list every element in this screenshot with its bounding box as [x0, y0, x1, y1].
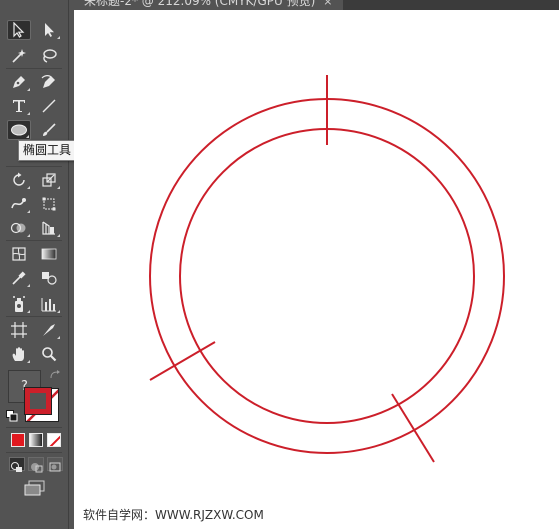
zoom-tool[interactable] — [37, 344, 61, 364]
column-graph-tool[interactable] — [37, 294, 61, 314]
draw-behind-icon — [31, 463, 43, 473]
mesh-tool[interactable] — [7, 244, 31, 264]
scale-tool[interactable] — [37, 170, 61, 190]
draw-inside-icon — [49, 462, 61, 472]
scale-icon — [42, 173, 56, 187]
hollow-arrow-icon — [45, 23, 54, 37]
gradient-mode-button[interactable] — [29, 433, 43, 447]
slice-tool[interactable] — [37, 320, 61, 340]
flyout-indicator — [27, 112, 30, 115]
perspective-grid-tool[interactable] — [37, 218, 61, 238]
warp-icon — [11, 198, 26, 209]
left-cut-line[interactable] — [149, 341, 216, 381]
close-icon[interactable]: × — [323, 0, 332, 10]
selection-tool[interactable] — [7, 20, 31, 40]
type-icon — [13, 100, 25, 112]
ellipse-tool[interactable] — [7, 120, 31, 140]
blend-icon — [42, 272, 57, 285]
magic-wand-tool[interactable] — [7, 46, 31, 66]
symbol-sprayer-icon — [13, 296, 25, 312]
artboard-icon — [11, 322, 27, 338]
lasso-icon — [43, 49, 57, 63]
rotate-icon — [13, 172, 25, 186]
artwork — [149, 75, 505, 463]
flyout-indicator — [27, 186, 30, 189]
type-tool[interactable] — [7, 96, 31, 116]
flyout-indicator — [57, 186, 60, 189]
flyout-indicator — [27, 310, 30, 313]
eyedropper-tool[interactable] — [7, 268, 31, 288]
gradient-icon — [41, 248, 57, 260]
slice-icon — [43, 324, 55, 336]
flyout-indicator — [26, 135, 29, 138]
none-slash-icon — [49, 435, 60, 446]
flyout-indicator — [27, 284, 30, 287]
toolbar-divider — [6, 68, 62, 69]
flyout-indicator — [57, 336, 60, 339]
eyedropper-icon — [12, 271, 26, 285]
direct-selection-tool[interactable] — [37, 20, 61, 40]
pen-tool[interactable] — [7, 72, 31, 92]
toolbar-divider — [6, 166, 62, 167]
flyout-indicator — [27, 234, 30, 237]
artboard-canvas[interactable]: 软件自学网：WWW.RJZXW.COM — [74, 10, 559, 529]
swap-fill-stroke-icon[interactable] — [49, 370, 61, 380]
screen-mode-button[interactable] — [24, 480, 46, 496]
zoom-icon — [42, 347, 57, 362]
magic-wand-icon — [12, 49, 26, 63]
artboard-tool[interactable] — [7, 320, 31, 340]
shape-builder-icon — [10, 222, 26, 234]
stroke-swatch-center — [30, 393, 46, 409]
hand-icon — [12, 347, 24, 361]
pen-icon — [13, 76, 25, 88]
column-graph-icon — [41, 298, 56, 312]
draw-behind-button[interactable] — [28, 457, 44, 473]
inner-circle[interactable] — [179, 128, 475, 424]
document-tab-bar: 未标题-2* @ 212.09% (CMYK/GPU 预览) × — [74, 0, 559, 10]
flyout-indicator — [27, 360, 30, 363]
toolbar-divider — [6, 452, 62, 453]
lasso-tool[interactable] — [37, 46, 61, 66]
toolbar-divider — [6, 240, 62, 241]
none-mode-button[interactable] — [47, 433, 61, 447]
flyout-indicator — [27, 88, 30, 91]
flyout-indicator — [57, 36, 60, 39]
curvature-tool[interactable] — [37, 72, 61, 92]
blend-tool[interactable] — [37, 268, 61, 288]
tools-panel: 椭圆工具 (L) ? — [0, 0, 96, 529]
document-tab-title: 未标题-2* @ 212.09% (CMYK/GPU 预览) — [84, 0, 316, 8]
flyout-indicator — [57, 310, 60, 313]
stroke-swatch[interactable] — [24, 387, 52, 415]
flyout-indicator — [57, 234, 60, 237]
symbol-sprayer-tool[interactable] — [7, 294, 31, 314]
free-transform-tool[interactable] — [37, 194, 61, 214]
draw-normal-button[interactable] — [9, 457, 25, 472]
screen-mode-icon — [24, 480, 45, 496]
outer-circle[interactable] — [149, 98, 505, 454]
hand-tool[interactable] — [7, 344, 31, 364]
paintbrush-tool[interactable] — [37, 120, 61, 140]
watermark: 软件自学网：WWW.RJZXW.COM — [83, 508, 264, 522]
draw-normal-icon — [11, 462, 22, 472]
mesh-icon — [12, 247, 26, 261]
rotate-tool[interactable] — [7, 170, 31, 190]
perspective-grid-icon — [42, 221, 55, 235]
default-colors-icon[interactable] — [6, 410, 18, 422]
color-mode-button[interactable] — [11, 433, 25, 447]
warp-tool[interactable] — [7, 194, 31, 214]
draw-inside-button[interactable] — [47, 457, 63, 472]
shape-builder-tool[interactable] — [7, 218, 31, 238]
brush-icon — [43, 123, 56, 136]
free-transform-icon — [42, 197, 56, 211]
document-tab[interactable]: 未标题-2* @ 212.09% (CMYK/GPU 预览) × — [74, 0, 343, 10]
arrow-icon — [13, 22, 25, 38]
line-segment-tool[interactable] — [37, 96, 61, 116]
gradient-tool[interactable] — [37, 244, 61, 264]
flyout-indicator — [27, 210, 30, 213]
toolbar-divider — [6, 316, 62, 317]
curvature-pen-icon — [41, 75, 55, 88]
right-cut-line[interactable] — [391, 393, 435, 463]
line-icon — [42, 99, 56, 113]
toolbar-divider — [6, 427, 62, 428]
